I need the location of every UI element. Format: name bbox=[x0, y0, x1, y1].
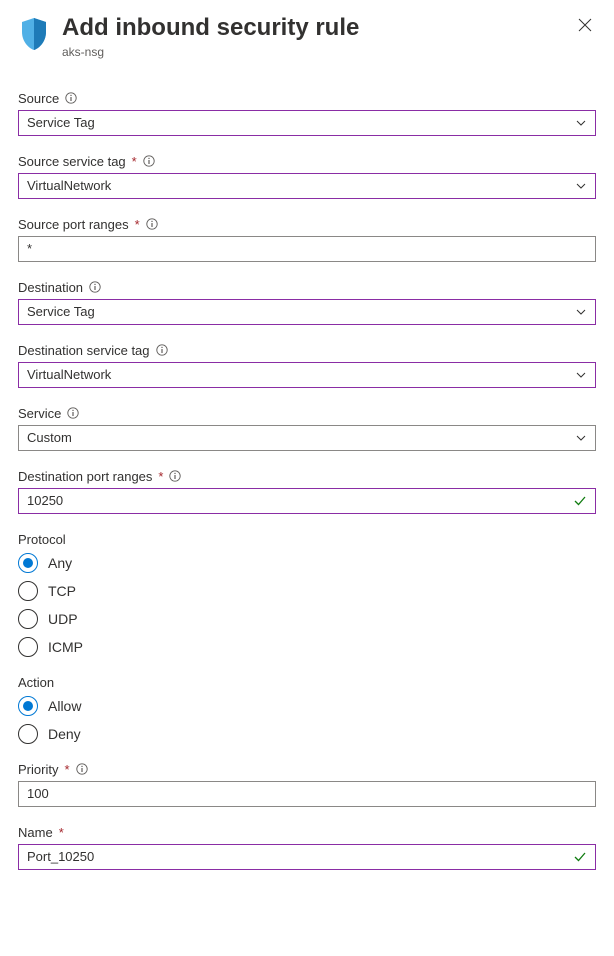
radio-icon bbox=[18, 696, 38, 716]
source-port-ranges-value: * bbox=[27, 241, 32, 256]
label-priority-text: Priority bbox=[18, 762, 58, 777]
destination-service-tag-select[interactable]: VirtualNetwork bbox=[18, 362, 596, 388]
service-select[interactable]: Custom bbox=[18, 425, 596, 451]
protocol-option-label: TCP bbox=[48, 583, 76, 599]
label-destination-port-ranges: Destination port ranges * bbox=[18, 469, 596, 484]
protocol-radio-icmp[interactable]: ICMP bbox=[18, 637, 596, 657]
label-protocol-text: Protocol bbox=[18, 532, 66, 547]
label-source-service-tag: Source service tag * bbox=[18, 154, 596, 169]
chevron-down-icon bbox=[575, 369, 587, 381]
field-source: Source Service Tag bbox=[18, 91, 596, 136]
chevron-down-icon bbox=[575, 306, 587, 318]
chevron-down-icon bbox=[575, 180, 587, 192]
source-value: Service Tag bbox=[27, 115, 95, 130]
label-name: Name * bbox=[18, 825, 596, 840]
required-indicator: * bbox=[158, 469, 163, 484]
info-icon[interactable] bbox=[169, 470, 181, 482]
label-action: Action bbox=[18, 675, 596, 690]
field-source-service-tag: Source service tag * VirtualNetwork bbox=[18, 154, 596, 199]
field-priority: Priority * 100 bbox=[18, 762, 596, 807]
action-radio-group: Allow Deny bbox=[18, 696, 596, 744]
label-protocol: Protocol bbox=[18, 532, 596, 547]
radio-icon bbox=[18, 724, 38, 744]
field-action: Action Allow Deny bbox=[18, 675, 596, 744]
check-icon bbox=[573, 850, 587, 864]
label-destination-service-tag: Destination service tag bbox=[18, 343, 596, 358]
name-value: Port_10250 bbox=[27, 849, 94, 864]
action-radio-allow[interactable]: Allow bbox=[18, 696, 596, 716]
destination-port-ranges-value: 10250 bbox=[27, 493, 63, 508]
info-icon[interactable] bbox=[143, 155, 155, 167]
radio-icon bbox=[18, 553, 38, 573]
priority-input[interactable]: 100 bbox=[18, 781, 596, 807]
protocol-option-label: ICMP bbox=[48, 639, 83, 655]
priority-value: 100 bbox=[27, 786, 49, 801]
field-source-port-ranges: Source port ranges * * bbox=[18, 217, 596, 262]
label-service: Service bbox=[18, 406, 596, 421]
field-name: Name * Port_10250 bbox=[18, 825, 596, 870]
protocol-option-label: Any bbox=[48, 555, 72, 571]
protocol-option-label: UDP bbox=[48, 611, 78, 627]
radio-icon bbox=[18, 581, 38, 601]
info-icon[interactable] bbox=[156, 344, 168, 356]
destination-port-ranges-input[interactable]: 10250 bbox=[18, 488, 596, 514]
info-icon[interactable] bbox=[67, 407, 79, 419]
required-indicator: * bbox=[132, 154, 137, 169]
protocol-radio-udp[interactable]: UDP bbox=[18, 609, 596, 629]
shield-icon bbox=[18, 16, 50, 52]
field-destination: Destination Service Tag bbox=[18, 280, 596, 325]
action-radio-deny[interactable]: Deny bbox=[18, 724, 596, 744]
name-input[interactable]: Port_10250 bbox=[18, 844, 596, 870]
info-icon[interactable] bbox=[76, 763, 88, 775]
chevron-down-icon bbox=[575, 432, 587, 444]
radio-icon bbox=[18, 609, 38, 629]
label-action-text: Action bbox=[18, 675, 54, 690]
source-service-tag-select[interactable]: VirtualNetwork bbox=[18, 173, 596, 199]
protocol-radio-tcp[interactable]: TCP bbox=[18, 581, 596, 601]
destination-value: Service Tag bbox=[27, 304, 95, 319]
field-protocol: Protocol Any TCP UDP ICMP bbox=[18, 532, 596, 657]
required-indicator: * bbox=[59, 825, 64, 840]
radio-icon bbox=[18, 637, 38, 657]
label-source: Source bbox=[18, 91, 596, 106]
protocol-radio-group: Any TCP UDP ICMP bbox=[18, 553, 596, 657]
action-option-label: Allow bbox=[48, 698, 81, 714]
label-source-service-tag-text: Source service tag bbox=[18, 154, 126, 169]
info-icon[interactable] bbox=[89, 281, 101, 293]
required-indicator: * bbox=[64, 762, 69, 777]
destination-select[interactable]: Service Tag bbox=[18, 299, 596, 325]
check-icon bbox=[573, 494, 587, 508]
field-destination-port-ranges: Destination port ranges * 10250 bbox=[18, 469, 596, 514]
source-port-ranges-input[interactable]: * bbox=[18, 236, 596, 262]
field-service: Service Custom bbox=[18, 406, 596, 451]
close-button[interactable] bbox=[574, 14, 596, 38]
label-service-text: Service bbox=[18, 406, 61, 421]
field-destination-service-tag: Destination service tag VirtualNetwork bbox=[18, 343, 596, 388]
panel-title: Add inbound security rule bbox=[62, 14, 359, 43]
label-source-port-ranges: Source port ranges * bbox=[18, 217, 596, 232]
panel-header: Add inbound security rule aks-nsg bbox=[18, 14, 596, 59]
service-value: Custom bbox=[27, 430, 72, 445]
required-indicator: * bbox=[135, 217, 140, 232]
label-source-port-ranges-text: Source port ranges bbox=[18, 217, 129, 232]
source-select[interactable]: Service Tag bbox=[18, 110, 596, 136]
label-destination-port-ranges-text: Destination port ranges bbox=[18, 469, 152, 484]
title-group: Add inbound security rule aks-nsg bbox=[62, 14, 359, 59]
protocol-radio-any[interactable]: Any bbox=[18, 553, 596, 573]
label-name-text: Name bbox=[18, 825, 53, 840]
panel-subtitle: aks-nsg bbox=[62, 45, 359, 59]
action-option-label: Deny bbox=[48, 726, 81, 742]
label-destination-text: Destination bbox=[18, 280, 83, 295]
label-priority: Priority * bbox=[18, 762, 596, 777]
info-icon[interactable] bbox=[65, 92, 77, 104]
destination-service-tag-value: VirtualNetwork bbox=[27, 367, 111, 382]
chevron-down-icon bbox=[575, 117, 587, 129]
info-icon[interactable] bbox=[146, 218, 158, 230]
label-destination: Destination bbox=[18, 280, 596, 295]
label-source-text: Source bbox=[18, 91, 59, 106]
header-left: Add inbound security rule aks-nsg bbox=[18, 14, 359, 59]
source-service-tag-value: VirtualNetwork bbox=[27, 178, 111, 193]
label-destination-service-tag-text: Destination service tag bbox=[18, 343, 150, 358]
